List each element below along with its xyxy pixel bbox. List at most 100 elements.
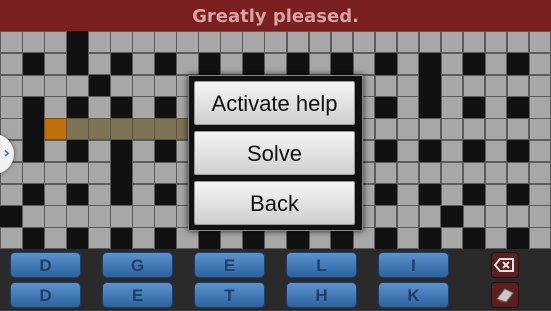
grid-cell[interactable]	[462, 118, 486, 141]
grid-cell[interactable]	[374, 31, 398, 54]
grid-cell[interactable]	[396, 31, 420, 54]
grid-cell[interactable]	[528, 96, 551, 119]
grid-cell[interactable]	[286, 31, 310, 54]
grid-cell[interactable]	[66, 74, 89, 97]
grid-cell[interactable]	[484, 96, 508, 119]
grid-cell[interactable]	[440, 96, 464, 119]
grid-cell[interactable]	[352, 31, 376, 54]
grid-cell[interactable]	[330, 31, 354, 54]
grid-cell[interactable]	[88, 52, 111, 76]
grid-cell[interactable]	[132, 205, 155, 228]
grid-cell[interactable]	[22, 161, 45, 185]
grid-cell[interactable]	[44, 96, 67, 119]
grid-cell[interactable]	[528, 227, 551, 250]
grid-cell[interactable]	[220, 31, 243, 54]
grid-cell[interactable]	[440, 74, 464, 97]
grid-cell[interactable]	[132, 227, 155, 250]
grid-cell[interactable]	[132, 183, 155, 206]
grid-cell[interactable]	[132, 161, 155, 185]
grid-cell[interactable]	[506, 74, 530, 97]
selected-cell[interactable]	[44, 118, 67, 141]
grid-cell[interactable]	[396, 205, 420, 228]
grid-cell[interactable]	[396, 74, 420, 97]
back-button[interactable]: Back	[194, 181, 355, 225]
grid-cell[interactable]	[506, 161, 530, 185]
key-d[interactable]: D	[10, 282, 81, 308]
grid-cell[interactable]	[66, 118, 89, 141]
grid-cell[interactable]	[374, 161, 398, 185]
grid-cell[interactable]	[176, 31, 199, 54]
grid-cell[interactable]	[88, 31, 111, 54]
grid-cell[interactable]	[0, 96, 23, 119]
grid-cell[interactable]	[154, 31, 177, 54]
grid-cell[interactable]	[440, 161, 464, 185]
grid-cell[interactable]	[528, 52, 551, 76]
grid-cell[interactable]	[462, 161, 486, 185]
grid-cell[interactable]	[528, 161, 551, 185]
grid-cell[interactable]	[418, 31, 442, 54]
grid-cell[interactable]	[484, 183, 508, 206]
grid-cell[interactable]	[484, 31, 508, 54]
grid-cell[interactable]	[66, 205, 89, 228]
grid-cell[interactable]	[88, 140, 111, 163]
activate-help-button[interactable]: Activate help	[194, 81, 355, 125]
grid-cell[interactable]	[264, 52, 287, 76]
grid-cell[interactable]	[396, 161, 420, 185]
grid-cell[interactable]	[396, 183, 420, 206]
key-d[interactable]: D	[10, 252, 81, 278]
grid-cell[interactable]	[88, 183, 111, 206]
grid-cell[interactable]	[22, 31, 45, 54]
grid-cell[interactable]	[462, 205, 486, 228]
grid-cell[interactable]	[154, 205, 177, 228]
grid-cell[interactable]	[44, 205, 67, 228]
grid-cell[interactable]	[396, 140, 420, 163]
grid-cell[interactable]	[506, 205, 530, 228]
grid-cell[interactable]	[528, 118, 551, 141]
grid-cell[interactable]	[396, 52, 420, 76]
grid-cell[interactable]	[374, 74, 398, 97]
grid-cell[interactable]	[44, 140, 67, 163]
grid-cell[interactable]	[484, 161, 508, 185]
grid-cell[interactable]	[528, 183, 551, 206]
grid-cell[interactable]	[132, 118, 155, 141]
grid-cell[interactable]	[352, 52, 376, 76]
key-g[interactable]: G	[102, 252, 173, 278]
grid-cell[interactable]	[396, 118, 420, 141]
grid-cell[interactable]	[154, 74, 177, 97]
key-h[interactable]: H	[286, 282, 357, 308]
grid-cell[interactable]	[0, 183, 23, 206]
grid-cell[interactable]	[418, 118, 442, 141]
grid-cell[interactable]	[44, 227, 67, 250]
grid-cell[interactable]	[110, 118, 133, 141]
grid-cell[interactable]	[440, 227, 464, 250]
grid-cell[interactable]	[418, 161, 442, 185]
grid-cell[interactable]	[88, 118, 111, 141]
grid-cell[interactable]	[440, 140, 464, 163]
grid-cell[interactable]	[132, 52, 155, 76]
grid-cell[interactable]	[440, 183, 464, 206]
grid-cell[interactable]	[22, 205, 45, 228]
grid-cell[interactable]	[242, 31, 265, 54]
grid-cell[interactable]	[484, 52, 508, 76]
grid-cell[interactable]	[132, 31, 155, 54]
backspace-button[interactable]	[491, 252, 519, 278]
grid-cell[interactable]	[44, 74, 67, 97]
grid-cell[interactable]	[198, 31, 221, 54]
grid-cell[interactable]	[374, 205, 398, 228]
grid-cell[interactable]	[484, 205, 508, 228]
grid-cell[interactable]	[66, 161, 89, 185]
grid-cell[interactable]	[506, 31, 530, 54]
grid-cell[interactable]	[22, 74, 45, 97]
key-e[interactable]: E	[102, 282, 173, 308]
grid-cell[interactable]	[528, 31, 551, 54]
grid-cell[interactable]	[484, 74, 508, 97]
eraser-button[interactable]	[491, 282, 519, 308]
grid-cell[interactable]	[440, 118, 464, 141]
grid-cell[interactable]	[0, 227, 23, 250]
grid-cell[interactable]	[154, 161, 177, 185]
grid-cell[interactable]	[264, 31, 287, 54]
grid-cell[interactable]	[374, 118, 398, 141]
grid-cell[interactable]	[110, 31, 133, 54]
key-t[interactable]: T	[194, 282, 265, 308]
grid-cell[interactable]	[154, 118, 177, 141]
